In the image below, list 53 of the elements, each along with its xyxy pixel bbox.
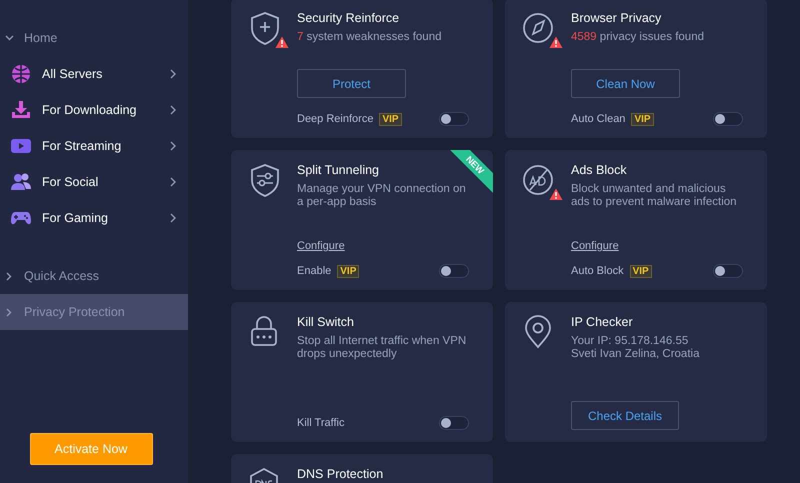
chevron-icon (5, 272, 14, 280)
configure-link[interactable]: Configure (571, 240, 619, 252)
card-title: Security Reinforce (297, 11, 400, 25)
download-icon (10, 99, 32, 121)
info-text: Your IP: 95.178.146.55 (571, 335, 690, 348)
chevron-icon (170, 177, 177, 187)
issue-count: 4589 (571, 31, 597, 43)
card-description: Stop all Internet traffic when VPN drops unexpectedly (297, 335, 468, 361)
nav-item[interactable]: For Gaming (0, 200, 188, 236)
toggle-switch[interactable] (713, 264, 743, 278)
vip-badge: VIP (631, 112, 654, 126)
card-description: Manage your VPN connection on a per-app basis (297, 183, 467, 209)
toggle-switch[interactable] (439, 112, 469, 126)
chevron-icon (170, 141, 177, 151)
toggle-label: Auto Clean (571, 113, 626, 125)
card-title: IP Checker (571, 315, 634, 329)
toggle-label: Enable (297, 265, 332, 277)
chevron-icon (5, 34, 14, 42)
toggle-switch[interactable] (439, 264, 469, 278)
people-icon (10, 171, 32, 193)
issue-text: privacy issues found (600, 31, 704, 43)
action-button[interactable]: Protect (297, 69, 406, 98)
issue-count: 7 (297, 31, 304, 43)
check-details-button[interactable]: Check Details (571, 401, 679, 430)
nav-item[interactable]: For Social (0, 164, 188, 200)
nav-item[interactable]: For Streaming (0, 128, 188, 164)
nav-section[interactable]: Home (0, 20, 188, 56)
info-text: Sveti Ivan Zelina, Croatia (571, 348, 700, 361)
nav-section[interactable]: Quick Access (0, 258, 188, 294)
issue-text: system weaknesses found (306, 31, 442, 43)
card-title: Split Tunneling (297, 163, 380, 177)
configure-link[interactable]: Configure (297, 240, 345, 252)
chevron-icon (5, 308, 14, 316)
toggle-switch[interactable] (439, 416, 469, 430)
chevron-icon (170, 69, 177, 79)
vip-badge: VIP (630, 264, 652, 278)
globe-icon (10, 63, 32, 85)
toggle-label: Kill Traffic (297, 417, 344, 429)
vip-badge: VIP (379, 112, 402, 126)
card-title: Ads Block (571, 163, 628, 177)
toggle-label: Deep Reinforce (297, 113, 374, 125)
toggle-switch[interactable] (713, 112, 743, 126)
nav-item[interactable]: For Downloading (0, 92, 188, 128)
card-title: Kill Switch (297, 315, 355, 329)
toggle-label: Auto Block (571, 265, 624, 277)
nav-item[interactable]: All Servers (0, 56, 188, 92)
card-title: DNS Protection (297, 467, 384, 481)
chevron-icon (170, 213, 177, 223)
card-title: Browser Privacy (571, 11, 662, 25)
card-description: Block unwanted and malicious ads to prevent malware infection (571, 183, 738, 209)
action-button[interactable]: Clean Now (571, 69, 680, 98)
vip-badge: VIP (337, 264, 360, 278)
chevron-icon (170, 105, 177, 115)
